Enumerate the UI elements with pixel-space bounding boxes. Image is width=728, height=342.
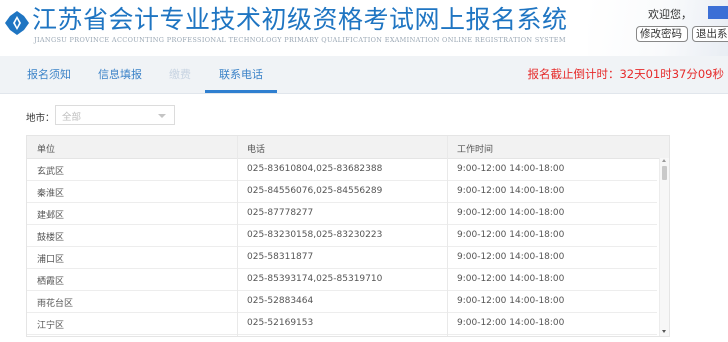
scroll-up-icon[interactable] xyxy=(662,159,666,162)
cell-phone: 025-58311877 xyxy=(247,252,314,262)
system-title: 江苏省会计专业技术初级资格考试网上报名系统 xyxy=(32,5,568,34)
change-password-button[interactable]: 修改密码 xyxy=(636,26,688,42)
cell-unit: 浦口区 xyxy=(37,255,65,265)
jiangsu-logo-icon xyxy=(5,11,29,35)
cell-phone: 025-52883464 xyxy=(247,296,314,306)
region-select-value: 全部 xyxy=(62,112,82,123)
cell-phone: 025-83610804,025-83682388 xyxy=(247,164,383,174)
column-divider xyxy=(447,136,448,336)
cell-phone: 025-83230158,025-83230223 xyxy=(247,230,383,240)
chevron-down-icon xyxy=(158,114,166,118)
cell-phone: 025-52169153 xyxy=(247,318,314,328)
main-nav: 报名须知 信息填报 缴费 联系电话 报名截止倒计时：32天01时37分09秒 xyxy=(0,56,728,94)
tab-contact-phone[interactable]: 联系电话 xyxy=(219,56,263,93)
table-row: 雨花台区 025-52883464 9:00-12:00 14:00-18:00 xyxy=(27,290,657,313)
cell-hours: 9:00-12:00 14:00-18:00 xyxy=(457,164,565,174)
region-filter-label: 地市： xyxy=(26,113,55,124)
username-redaction xyxy=(708,6,728,19)
table-row: 建邺区 025-87778277 9:00-12:00 14:00-18:00 xyxy=(27,202,657,225)
cell-unit: 鼓楼区 xyxy=(37,233,65,243)
tab-info-entry[interactable]: 信息填报 xyxy=(98,56,142,93)
table-header: 单位 电话 工作时间 xyxy=(27,136,669,159)
tab-registration-notice[interactable]: 报名须知 xyxy=(27,56,71,93)
table-scrollbar[interactable] xyxy=(659,158,669,336)
cell-phone: 025-85393174,025-85319710 xyxy=(247,274,383,284)
table-row: 江宁区 025-52169153 9:00-12:00 14:00-18:00 xyxy=(27,312,657,335)
table-row: 秦淮区 025-84556076,025-84556289 9:00-12:00… xyxy=(27,180,657,203)
table-row: 玄武区 025-83610804,025-83682388 9:00-12:00… xyxy=(27,158,657,181)
cell-phone: 025-87778277 xyxy=(247,208,314,218)
table-row: 浦口区 025-58311877 9:00-12:00 14:00-18:00 xyxy=(27,246,657,269)
column-header-phone: 电话 xyxy=(247,145,266,155)
column-header-unit: 单位 xyxy=(37,145,56,155)
active-tab-indicator xyxy=(205,90,277,93)
cell-hours: 9:00-12:00 14:00-18:00 xyxy=(457,318,565,328)
column-header-hours: 工作时间 xyxy=(457,145,494,155)
column-divider xyxy=(237,136,238,336)
table-row: 鼓楼区 025-83230158,025-83230223 9:00-12:00… xyxy=(27,224,657,247)
cell-unit: 玄武区 xyxy=(37,167,65,177)
tab-payment[interactable]: 缴费 xyxy=(169,56,191,93)
cell-unit: 秦淮区 xyxy=(37,189,65,199)
cell-hours: 9:00-12:00 14:00-18:00 xyxy=(457,296,565,306)
logout-button[interactable]: 退出系统 xyxy=(692,26,728,42)
cell-hours: 9:00-12:00 14:00-18:00 xyxy=(457,186,565,196)
deadline-countdown: 报名截止倒计时：32天01时37分09秒 xyxy=(527,67,724,81)
contact-table: 单位 电话 工作时间 玄武区 025-83610804,025-83682388… xyxy=(26,135,670,337)
cell-hours: 9:00-12:00 14:00-18:00 xyxy=(457,274,565,284)
cell-unit: 建邺区 xyxy=(37,211,65,221)
system-title-english: JIANGSU PROVINCE ACCOUNTING PROFESSIONAL… xyxy=(34,36,566,44)
cell-hours: 9:00-12:00 14:00-18:00 xyxy=(457,230,565,240)
scrollbar-thumb[interactable] xyxy=(662,166,667,180)
cell-unit: 雨花台区 xyxy=(37,299,74,309)
cell-phone: 025-84556076,025-84556289 xyxy=(247,186,383,196)
cell-hours: 9:00-12:00 14:00-18:00 xyxy=(457,252,565,262)
cell-hours: 9:00-12:00 14:00-18:00 xyxy=(457,208,565,218)
scroll-down-icon[interactable] xyxy=(662,330,666,333)
welcome-text: 欢迎您， xyxy=(648,8,692,21)
cell-unit: 栖霞区 xyxy=(37,277,65,287)
region-select[interactable]: 全部 xyxy=(55,105,175,125)
table-row: 栖霞区 025-85393174,025-85319710 9:00-12:00… xyxy=(27,268,657,291)
header: 江苏省会计专业技术初级资格考试网上报名系统 JIANGSU PROVINCE A… xyxy=(0,0,728,56)
cell-unit: 江宁区 xyxy=(37,321,65,331)
